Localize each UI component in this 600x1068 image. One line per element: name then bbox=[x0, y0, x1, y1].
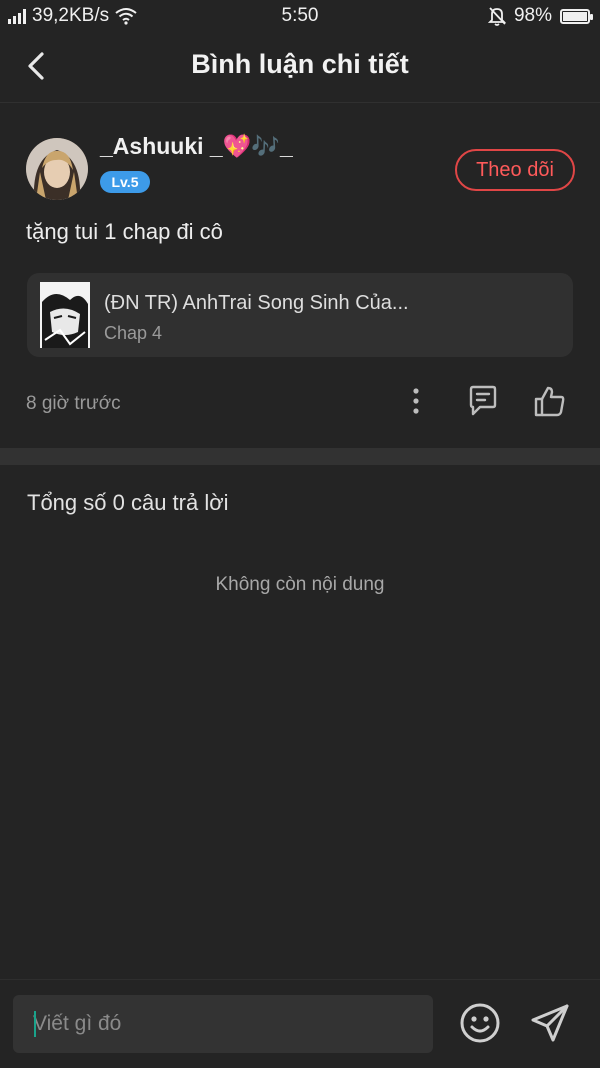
battery-icon bbox=[560, 8, 593, 24]
app-bar: Bình luận chi tiết bbox=[0, 32, 600, 103]
avatar-image bbox=[26, 138, 88, 200]
battery-percent: 98% bbox=[513, 5, 552, 26]
status-right: 98% bbox=[487, 5, 593, 27]
section-divider bbox=[0, 448, 600, 465]
comment-card: _Ashuuki _💖🎶_ Lv.5 Theo dõi tặng tui 1 c… bbox=[0, 103, 600, 448]
comment-time: 8 giờ trước bbox=[26, 393, 121, 414]
thumbs-up-icon bbox=[534, 386, 565, 417]
story-title: (ĐN TR) AnhTrai Song Sinh Của... bbox=[104, 292, 409, 314]
text-caret bbox=[34, 1011, 36, 1037]
story-chapter: Chap 4 bbox=[104, 323, 163, 343]
emoji-button[interactable] bbox=[459, 1002, 501, 1044]
story-reference-card[interactable]: (ĐN TR) AnhTrai Song Sinh Của... Chap 4 bbox=[27, 273, 573, 357]
reply-button[interactable] bbox=[467, 384, 499, 418]
avatar[interactable] bbox=[26, 138, 88, 200]
more-options-button[interactable] bbox=[402, 386, 430, 416]
empty-message: Không còn nội dung bbox=[215, 574, 385, 595]
comment-text: tặng tui 1 chap đi cô bbox=[26, 219, 223, 244]
level-badge: Lv.5 bbox=[100, 171, 150, 193]
battery-fill bbox=[563, 11, 587, 21]
comment-composer bbox=[0, 979, 600, 1068]
bell-off-icon bbox=[487, 7, 506, 26]
comment-input[interactable] bbox=[13, 995, 433, 1053]
more-vertical-icon bbox=[413, 388, 419, 414]
send-button[interactable] bbox=[529, 1002, 571, 1044]
follow-button[interactable]: Theo dõi bbox=[455, 149, 575, 191]
send-icon bbox=[531, 1004, 569, 1042]
comment-icon bbox=[469, 385, 497, 416]
smile-icon bbox=[460, 1003, 500, 1043]
story-thumbnail bbox=[40, 282, 90, 348]
like-button[interactable] bbox=[533, 384, 567, 418]
username[interactable]: _Ashuuki _💖🎶_ bbox=[100, 133, 293, 160]
replies-count: Tổng số 0 câu trả lời bbox=[27, 490, 229, 515]
page-title: Bình luận chi tiết bbox=[191, 49, 409, 79]
status-bar: 39,2KB/s 5:50 98% bbox=[0, 0, 600, 32]
